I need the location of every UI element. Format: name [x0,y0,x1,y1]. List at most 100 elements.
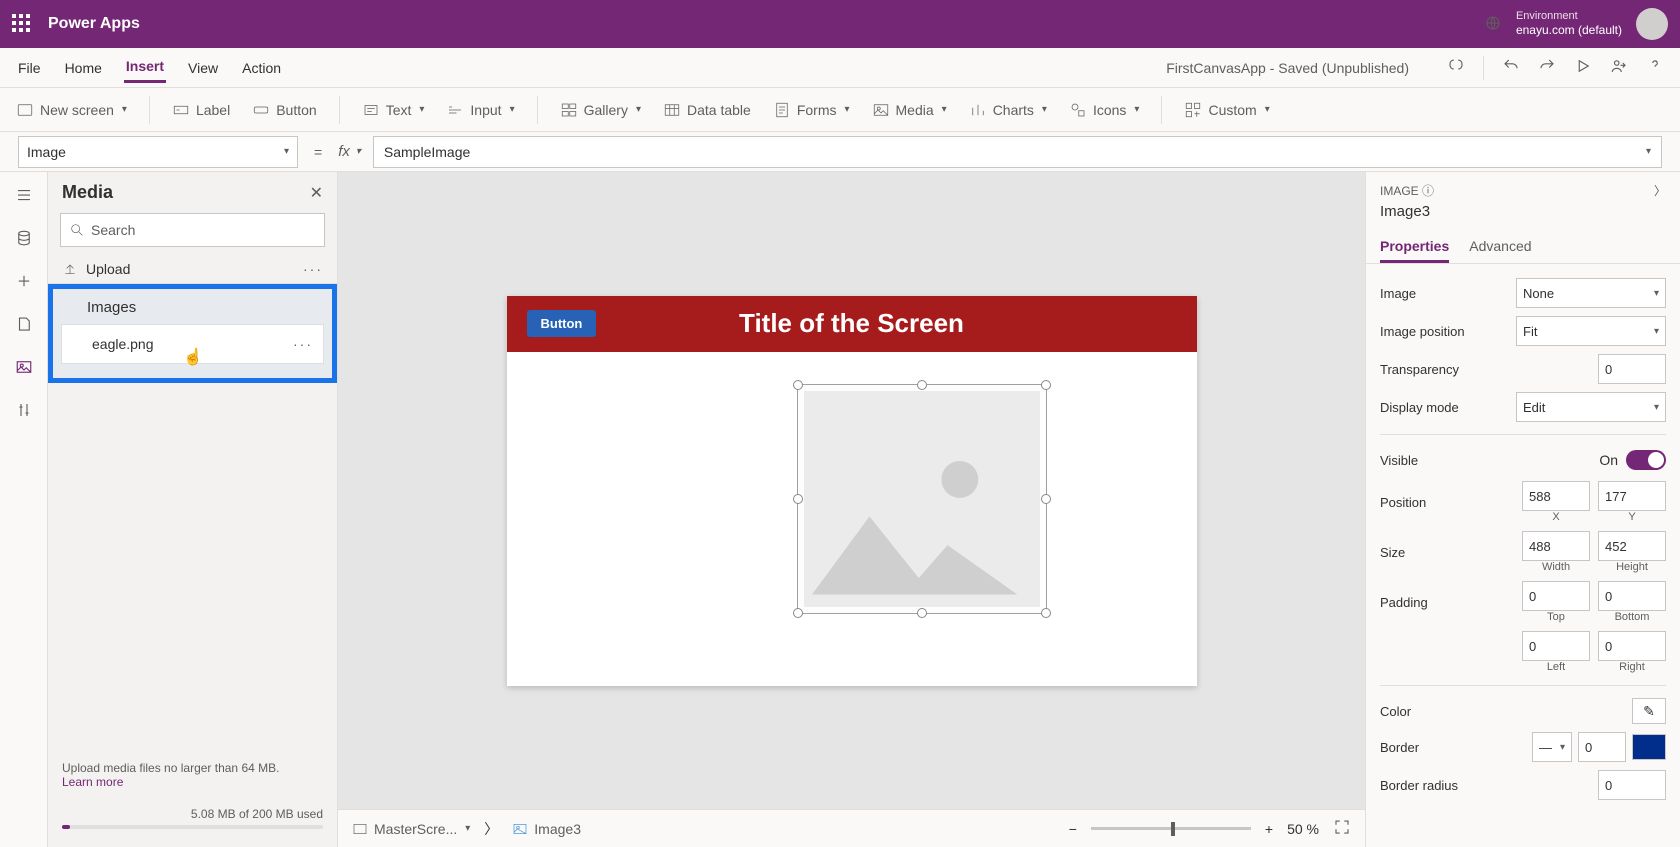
item-more-icon[interactable]: ··· [293,336,313,352]
redo-icon[interactable] [1538,57,1556,78]
zoom-value: 50 % [1287,821,1319,837]
visible-toggle[interactable] [1626,450,1666,470]
formula-bar: Image▾ = fx▾ SampleImage▾ [0,132,1680,172]
prop-padding-left[interactable]: 0 [1522,631,1590,661]
media-rail-icon[interactable] [15,358,33,379]
highlighted-media-item: Images eagle.png ··· ☝ [48,284,337,383]
prop-image-select[interactable]: None▾ [1516,278,1666,308]
property-selector[interactable]: Image▾ [18,136,298,168]
menu-view[interactable]: View [186,54,220,82]
prop-padding-right[interactable]: 0 [1598,631,1666,661]
tools-icon[interactable] [15,401,33,422]
insert-ribbon: New screen▾ Label Button Text▾ Input▾ Ga… [0,88,1680,132]
ribbon-data-table[interactable]: Data table [663,101,751,119]
resize-handle[interactable] [1041,380,1051,390]
zoom-out-icon[interactable]: − [1069,821,1077,837]
ribbon-icons[interactable]: Icons▾ [1069,101,1140,119]
app-header: Power Apps Environment enayu.com (defaul… [0,0,1680,48]
prop-position-y[interactable]: 177 [1598,481,1666,511]
resize-handle[interactable] [1041,608,1051,618]
prop-padding-bottom[interactable]: 0 [1598,581,1666,611]
ribbon-charts[interactable]: Charts▾ [969,101,1047,119]
zoom-in-icon[interactable]: + [1265,821,1273,837]
media-search-input[interactable]: Search [60,213,325,247]
ribbon-button[interactable]: Button [252,101,316,119]
media-panel-title: Media [62,182,113,203]
border-color-picker[interactable] [1632,734,1666,760]
fit-screen-icon[interactable] [1333,818,1351,839]
breadcrumb-screen[interactable]: MasterScre...▾ [352,821,470,837]
storage-usage: 5.08 MB of 200 MB used [62,807,323,821]
app-launcher-icon[interactable] [12,14,32,34]
prop-image-position-select[interactable]: Fit▾ [1516,316,1666,346]
prop-transparency-input[interactable]: 0 [1598,354,1666,384]
environment-block[interactable]: Environment enayu.com (default) [1516,10,1622,38]
ribbon-text[interactable]: Text▾ [362,101,425,119]
prop-size-width[interactable]: 488 [1522,531,1590,561]
canvas-button[interactable]: Button [527,310,597,337]
data-icon[interactable] [15,229,33,250]
canvas-title: Title of the Screen [739,308,964,339]
resize-handle[interactable] [1041,494,1051,504]
status-bar: MasterScre...▾ 〉 Image3 − + 50 % [338,809,1365,847]
tree-view-icon[interactable] [15,186,33,207]
cursor-pointer-icon: ☝ [183,347,203,367]
border-style-select[interactable]: —▾ [1532,732,1572,762]
more-icon[interactable]: ··· [303,261,323,277]
ribbon-input[interactable]: Input▾ [446,101,514,119]
color-picker[interactable]: ✎ [1632,698,1666,724]
play-icon[interactable] [1574,57,1592,78]
prop-padding-top[interactable]: 0 [1522,581,1590,611]
ribbon-label[interactable]: Label [172,101,230,119]
menu-insert[interactable]: Insert [124,52,166,83]
menu-home[interactable]: Home [63,54,104,82]
canvas[interactable]: Button Title of the Screen [507,296,1197,686]
tab-advanced[interactable]: Advanced [1469,232,1531,263]
learn-more-link[interactable]: Learn more [62,775,323,789]
control-type-label: IMAGE [1380,184,1419,198]
user-avatar[interactable] [1636,8,1668,40]
tab-properties[interactable]: Properties [1380,232,1449,263]
menu-action[interactable]: Action [240,54,283,82]
media-panel: Media ✕ Search Upload ··· Images eagle.p… [48,172,338,847]
resize-handle[interactable] [793,380,803,390]
ribbon-custom[interactable]: Custom▾ [1184,101,1269,119]
collections-icon[interactable] [15,315,33,336]
ribbon-gallery[interactable]: Gallery▾ [560,101,641,119]
breadcrumb-control[interactable]: Image3 [512,821,581,837]
storage-bar [62,825,323,829]
border-radius-input[interactable]: 0 [1598,770,1666,800]
upload-icon [62,261,78,277]
prop-position-x[interactable]: 588 [1522,481,1590,511]
menu-file[interactable]: File [16,54,43,82]
info-icon[interactable]: ⓘ [1422,184,1434,198]
prop-display-mode-select[interactable]: Edit▾ [1516,392,1666,422]
close-icon[interactable]: ✕ [310,183,323,203]
help-icon[interactable] [1646,57,1664,78]
upload-button[interactable]: Upload [62,261,130,277]
border-width-input[interactable]: 0 [1578,732,1626,762]
resize-handle[interactable] [917,380,927,390]
left-rail [0,172,48,847]
resize-handle[interactable] [793,494,803,504]
resize-handle[interactable] [917,608,927,618]
canvas-header: Button Title of the Screen [507,296,1197,352]
image-placeholder-icon [804,391,1040,607]
image-control[interactable] [797,384,1047,614]
insert-icon[interactable] [15,272,33,293]
doc-status: FirstCanvasApp - Saved (Unpublished) [1166,60,1409,76]
fx-icon[interactable]: fx▾ [338,143,361,160]
search-icon [69,222,85,238]
formula-input[interactable]: SampleImage▾ [373,136,1662,168]
environment-icon[interactable] [1484,14,1502,35]
ribbon-forms[interactable]: Forms▾ [773,101,850,119]
expand-icon[interactable]: 〉 [1654,182,1666,199]
ribbon-media[interactable]: Media▾ [872,101,947,119]
ribbon-new-screen[interactable]: New screen▾ [16,101,127,119]
undo-icon[interactable] [1502,57,1520,78]
zoom-slider[interactable] [1091,827,1251,830]
resize-handle[interactable] [793,608,803,618]
share-icon[interactable] [1610,57,1628,78]
prop-size-height[interactable]: 452 [1598,531,1666,561]
app-checker-icon[interactable] [1447,57,1465,78]
